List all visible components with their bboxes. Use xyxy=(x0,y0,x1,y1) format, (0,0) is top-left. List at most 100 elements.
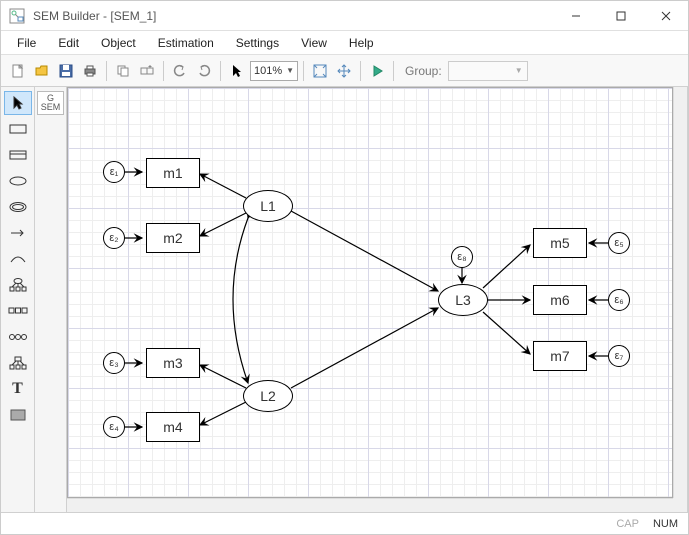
play-icon xyxy=(369,63,385,79)
toolbar-separator xyxy=(393,61,394,81)
menu-bar: File Edit Object Estimation Settings Vie… xyxy=(1,31,688,55)
error-e1[interactable]: ε₁ xyxy=(103,161,125,183)
text-icon: T xyxy=(12,380,23,398)
copy-icon xyxy=(115,63,131,79)
app-icon xyxy=(9,8,25,24)
error-e4[interactable]: ε₄ xyxy=(103,416,125,438)
duplicate-icon xyxy=(139,63,155,79)
gsem-column: G SEM xyxy=(35,87,67,512)
chevron-down-icon: ▼ xyxy=(286,66,294,75)
covariance-tool[interactable] xyxy=(4,247,32,271)
pointer-button[interactable] xyxy=(226,60,248,82)
close-button[interactable] xyxy=(643,1,688,31)
menu-help[interactable]: Help xyxy=(339,34,384,52)
rect-set-icon xyxy=(8,305,28,317)
open-button[interactable] xyxy=(31,60,53,82)
menu-estimation[interactable]: Estimation xyxy=(148,34,224,52)
observed-var-tool[interactable] xyxy=(4,117,32,141)
vertical-scrollbar[interactable] xyxy=(673,87,687,498)
measurement-tool[interactable] xyxy=(4,273,32,297)
latent-L2[interactable]: L2 xyxy=(243,380,293,412)
error-e7[interactable]: ε₇ xyxy=(608,345,630,367)
observed-m1[interactable]: m1 xyxy=(146,158,200,188)
error-e8[interactable]: ε₈ xyxy=(451,246,473,268)
pan-button[interactable] xyxy=(333,60,355,82)
toolbar-separator xyxy=(106,61,107,81)
copy-button[interactable] xyxy=(112,60,134,82)
minimize-button[interactable] xyxy=(553,1,598,31)
ellipse-set-icon xyxy=(8,331,28,343)
status-num: NUM xyxy=(653,518,678,530)
redo-button[interactable] xyxy=(193,60,215,82)
error-e3[interactable]: ε₃ xyxy=(103,352,125,374)
body: T G SEM xyxy=(1,87,688,512)
diagram-canvas[interactable]: m1 m2 m3 m4 m5 m6 m7 L1 L2 L3 ε₁ ε₂ ε₃ ε… xyxy=(67,87,673,498)
tool-palette: T xyxy=(1,87,35,512)
toolbar-separator xyxy=(360,61,361,81)
error-e2[interactable]: ε₂ xyxy=(103,227,125,249)
group-select[interactable]: ▼ xyxy=(448,61,528,81)
generalized-response-tool[interactable] xyxy=(4,143,32,167)
ellipse-icon xyxy=(8,174,28,188)
title-bar: SEM Builder - [SEM_1] xyxy=(1,1,688,31)
latent-var-tool[interactable] xyxy=(4,169,32,193)
toolbar-separator xyxy=(303,61,304,81)
undo-button[interactable] xyxy=(169,60,191,82)
observed-m2[interactable]: m2 xyxy=(146,223,200,253)
observed-m5[interactable]: m5 xyxy=(533,228,587,258)
regression-tool[interactable] xyxy=(4,351,32,375)
observed-m6[interactable]: m6 xyxy=(533,285,587,315)
latent-L3[interactable]: L3 xyxy=(438,284,488,316)
select-tool[interactable] xyxy=(4,91,32,115)
menu-edit[interactable]: Edit xyxy=(48,34,89,52)
pan-icon xyxy=(336,63,352,79)
text-tool[interactable]: T xyxy=(4,377,32,401)
toolbar-separator xyxy=(220,61,221,81)
print-button[interactable] xyxy=(79,60,101,82)
arrow-icon xyxy=(8,226,28,240)
latent-set-tool[interactable] xyxy=(4,325,32,349)
observed-m3[interactable]: m3 xyxy=(146,348,200,378)
menu-file[interactable]: File xyxy=(7,34,46,52)
chevron-down-icon: ▼ xyxy=(515,66,523,75)
area-tool[interactable] xyxy=(4,403,32,427)
zoom-combo[interactable]: 101% ▼ xyxy=(250,61,298,81)
error-e6[interactable]: ε₆ xyxy=(608,289,630,311)
undo-icon xyxy=(172,63,188,79)
maximize-button[interactable] xyxy=(598,1,643,31)
fit-button[interactable] xyxy=(309,60,331,82)
canvas-area: m1 m2 m3 m4 m5 m6 m7 L1 L2 L3 ε₁ ε₂ ε₃ ε… xyxy=(67,87,688,512)
gsem-toggle[interactable]: G SEM xyxy=(37,91,65,115)
toolbar-separator xyxy=(163,61,164,81)
multilevel-latent-tool[interactable] xyxy=(4,195,32,219)
folder-open-icon xyxy=(34,63,50,79)
app-window: SEM Builder - [SEM_1] File Edit Object E… xyxy=(0,0,689,535)
zoom-value: 101% xyxy=(254,65,282,77)
group-label: Group: xyxy=(405,64,442,78)
latent-L1[interactable]: L1 xyxy=(243,190,293,222)
regression-icon xyxy=(8,355,28,371)
error-e5[interactable]: ε₅ xyxy=(608,232,630,254)
save-button[interactable] xyxy=(55,60,77,82)
double-rect-icon xyxy=(8,148,28,162)
horizontal-scrollbar[interactable] xyxy=(67,498,673,512)
status-cap: CAP xyxy=(616,518,639,530)
menu-object[interactable]: Object xyxy=(91,34,146,52)
printer-icon xyxy=(82,63,98,79)
status-bar: CAP NUM xyxy=(1,512,688,534)
measurement-icon xyxy=(8,277,28,293)
menu-view[interactable]: View xyxy=(291,34,337,52)
duplicate-button[interactable] xyxy=(136,60,158,82)
new-file-icon xyxy=(10,63,26,79)
filled-rect-icon xyxy=(9,408,27,422)
observed-m7[interactable]: m7 xyxy=(533,341,587,371)
path-tool[interactable] xyxy=(4,221,32,245)
observed-m4[interactable]: m4 xyxy=(146,412,200,442)
window-title: SEM Builder - [SEM_1] xyxy=(33,9,553,23)
rect-icon xyxy=(8,122,28,136)
menu-settings[interactable]: Settings xyxy=(226,34,289,52)
observed-set-tool[interactable] xyxy=(4,299,32,323)
select-cursor-icon xyxy=(10,95,26,111)
new-button[interactable] xyxy=(7,60,29,82)
estimate-button[interactable] xyxy=(366,60,388,82)
